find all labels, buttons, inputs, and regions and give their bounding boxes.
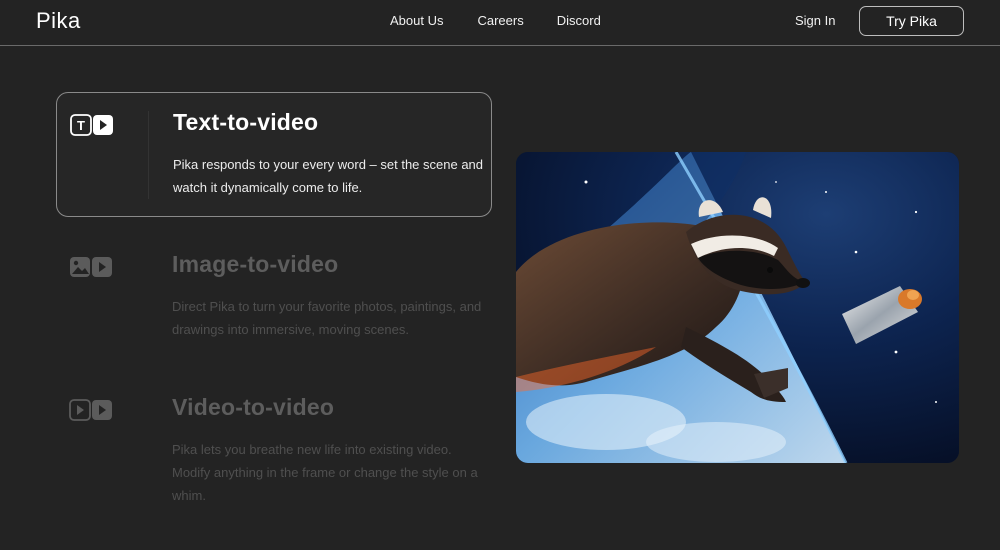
feature-divider bbox=[148, 111, 149, 199]
feature-image-to-video[interactable]: Image-to-video Direct Pika to turn your … bbox=[56, 235, 492, 355]
image-to-video-icon bbox=[69, 256, 113, 278]
sign-in-link[interactable]: Sign In bbox=[795, 13, 835, 28]
video-to-video-icon bbox=[69, 399, 113, 421]
nav-link-careers[interactable]: Careers bbox=[477, 13, 523, 28]
nav-link-discord[interactable]: Discord bbox=[557, 13, 601, 28]
feature-description: Pika lets you breathe new life into exis… bbox=[172, 442, 478, 503]
text-to-video-icon: T bbox=[70, 114, 114, 136]
feature-description: Pika responds to your every word – set t… bbox=[173, 157, 484, 195]
hero-video[interactable] bbox=[516, 152, 959, 463]
nav-links: About Us Careers Discord bbox=[390, 13, 601, 28]
feature-text-to-video[interactable]: T Text-to-video Pika responds to your ev… bbox=[56, 92, 492, 217]
raccoon-in-space-video bbox=[516, 152, 959, 463]
svg-text:T: T bbox=[77, 118, 85, 133]
feature-title: Image-to-video bbox=[172, 251, 339, 277]
try-pika-button[interactable]: Try Pika bbox=[859, 6, 964, 36]
top-nav: Pika About Us Careers Discord Sign In Tr… bbox=[0, 0, 1000, 46]
pika-logo[interactable]: Pika bbox=[36, 8, 81, 34]
nav-link-about-us[interactable]: About Us bbox=[390, 13, 443, 28]
feature-video-to-video[interactable]: Video-to-video Pika lets you breathe new… bbox=[56, 378, 492, 518]
feature-description: Direct Pika to turn your favorite photos… bbox=[172, 299, 482, 337]
pika-landing-page: Pika About Us Careers Discord Sign In Tr… bbox=[0, 0, 1000, 550]
feature-title: Video-to-video bbox=[172, 394, 335, 420]
feature-title: Text-to-video bbox=[173, 109, 319, 135]
